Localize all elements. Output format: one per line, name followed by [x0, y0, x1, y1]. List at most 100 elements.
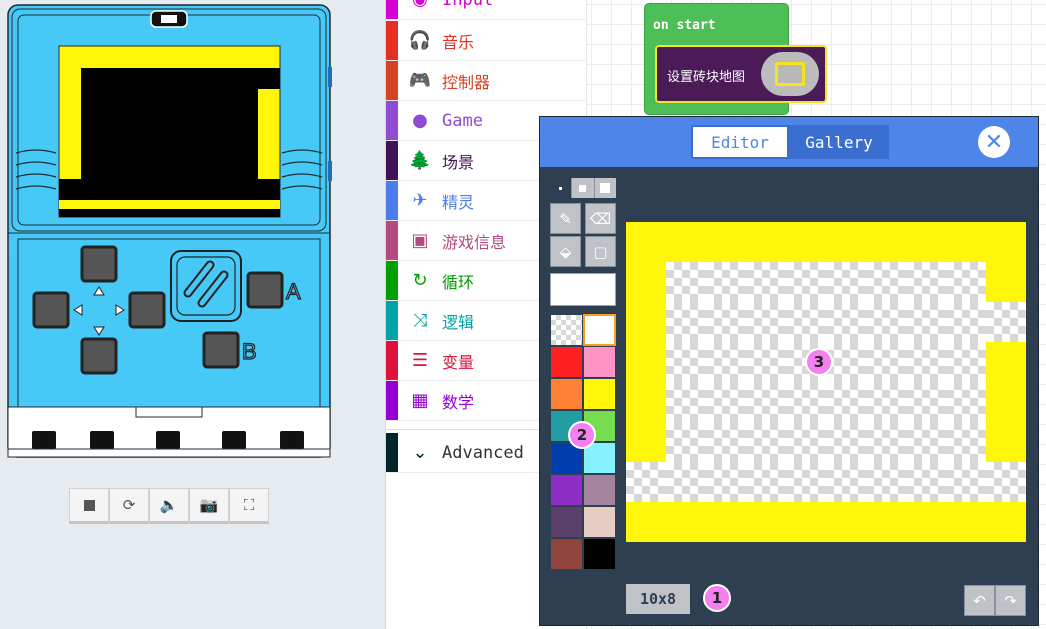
- tile-cell[interactable]: [826, 502, 866, 542]
- stop-button[interactable]: [69, 488, 109, 524]
- tile-cell[interactable]: [626, 462, 666, 502]
- color-swatch[interactable]: [550, 538, 583, 570]
- tile-cell[interactable]: [626, 222, 666, 262]
- brush-size-small[interactable]: [550, 178, 573, 198]
- tile-cell[interactable]: [626, 302, 666, 342]
- tile-cell[interactable]: [786, 222, 826, 262]
- eraser-tool[interactable]: ⌫: [585, 203, 616, 234]
- tab-editor[interactable]: Editor: [691, 125, 789, 159]
- fullscreen-button[interactable]: ⛶: [229, 488, 269, 524]
- tile-cell[interactable]: [906, 422, 946, 462]
- tile-cell[interactable]: [986, 422, 1026, 462]
- tile-cell[interactable]: [706, 302, 746, 342]
- tile-cell[interactable]: [786, 302, 826, 342]
- tile-cell[interactable]: [986, 502, 1026, 542]
- tile-cell[interactable]: [746, 462, 786, 502]
- tab-gallery[interactable]: Gallery: [789, 125, 889, 159]
- tile-cell[interactable]: [986, 382, 1026, 422]
- tile-cell[interactable]: [746, 222, 786, 262]
- tile-cell[interactable]: [986, 462, 1026, 502]
- close-button[interactable]: ✕: [978, 126, 1010, 158]
- tile-cell[interactable]: [706, 262, 746, 302]
- tile-cell[interactable]: [786, 262, 826, 302]
- tile-cell[interactable]: [866, 382, 906, 422]
- tile-cell[interactable]: [626, 342, 666, 382]
- tile-cell[interactable]: [946, 462, 986, 502]
- color-swatch[interactable]: [550, 474, 583, 506]
- tile-cell[interactable]: [946, 382, 986, 422]
- tile-cell[interactable]: [866, 262, 906, 302]
- tile-cell[interactable]: [906, 502, 946, 542]
- redo-button[interactable]: ↷: [995, 585, 1026, 616]
- color-swatch[interactable]: [583, 378, 616, 410]
- tile-cell[interactable]: [666, 422, 706, 462]
- tile-cell[interactable]: [826, 262, 866, 302]
- map-size-button[interactable]: 10x8: [626, 584, 690, 614]
- tilemap-canvas[interactable]: [626, 222, 1026, 542]
- tilemap-thumbnail[interactable]: [761, 52, 819, 96]
- tile-cell[interactable]: [946, 422, 986, 462]
- tile-cell[interactable]: [666, 382, 706, 422]
- restart-button[interactable]: ⟳: [109, 488, 149, 524]
- tile-cell[interactable]: [786, 422, 826, 462]
- tile-cell[interactable]: [666, 222, 706, 262]
- tile-cell[interactable]: [666, 302, 706, 342]
- game-device[interactable]: A B: [6, 3, 332, 461]
- color-swatch[interactable]: [550, 506, 583, 538]
- color-swatch[interactable]: [583, 538, 616, 570]
- tile-cell[interactable]: [986, 342, 1026, 382]
- tile-cell[interactable]: [866, 222, 906, 262]
- tile-cell[interactable]: [786, 502, 826, 542]
- rectangle-tool[interactable]: ▢: [585, 236, 616, 267]
- tile-cell[interactable]: [906, 302, 946, 342]
- tile-cell[interactable]: [866, 302, 906, 342]
- tile-cell[interactable]: [666, 502, 706, 542]
- tile-cell[interactable]: [666, 262, 706, 302]
- undo-button[interactable]: ↶: [964, 585, 995, 616]
- tile-cell[interactable]: [866, 422, 906, 462]
- pencil-tool[interactable]: ✎: [550, 203, 581, 234]
- tile-cell[interactable]: [906, 342, 946, 382]
- tile-cell[interactable]: [626, 382, 666, 422]
- fill-tool[interactable]: ⬙: [550, 236, 581, 267]
- tile-cell[interactable]: [946, 302, 986, 342]
- category-input[interactable]: ◉ Input: [386, 0, 587, 20]
- tile-cell[interactable]: [946, 262, 986, 302]
- tile-cell[interactable]: [986, 302, 1026, 342]
- color-swatch[interactable]: [583, 474, 616, 506]
- tile-cell[interactable]: [706, 422, 746, 462]
- tile-cell[interactable]: [986, 222, 1026, 262]
- tile-cell[interactable]: [946, 342, 986, 382]
- tile-cell[interactable]: [946, 222, 986, 262]
- tile-cell[interactable]: [906, 462, 946, 502]
- color-swatch[interactable]: [583, 314, 616, 346]
- color-swatch[interactable]: [550, 346, 583, 378]
- tile-cell[interactable]: [786, 462, 826, 502]
- tile-cell[interactable]: [906, 382, 946, 422]
- tile-cell[interactable]: [746, 422, 786, 462]
- tile-cell[interactable]: [626, 422, 666, 462]
- color-swatch[interactable]: [583, 506, 616, 538]
- tile-cell[interactable]: [946, 502, 986, 542]
- color-swatch[interactable]: [583, 346, 616, 378]
- tile-cell[interactable]: [906, 262, 946, 302]
- tile-cell[interactable]: [666, 342, 706, 382]
- color-swatch[interactable]: [550, 314, 583, 346]
- tile-cell[interactable]: [866, 462, 906, 502]
- tile-cell[interactable]: [746, 502, 786, 542]
- tile-cell[interactable]: [666, 462, 706, 502]
- tile-cell[interactable]: [986, 262, 1026, 302]
- tile-cell[interactable]: [626, 262, 666, 302]
- brush-size-large[interactable]: [595, 178, 616, 198]
- brush-size-medium[interactable]: [572, 178, 595, 198]
- tile-cell[interactable]: [706, 502, 746, 542]
- tile-cell[interactable]: [706, 222, 746, 262]
- color-swatch[interactable]: [550, 378, 583, 410]
- tile-cell[interactable]: [786, 382, 826, 422]
- tile-cell[interactable]: [746, 302, 786, 342]
- tile-cell[interactable]: [706, 462, 746, 502]
- tile-cell[interactable]: [826, 302, 866, 342]
- mute-button[interactable]: 🔈: [149, 488, 189, 524]
- tile-cell[interactable]: [906, 222, 946, 262]
- tile-cell[interactable]: [826, 382, 866, 422]
